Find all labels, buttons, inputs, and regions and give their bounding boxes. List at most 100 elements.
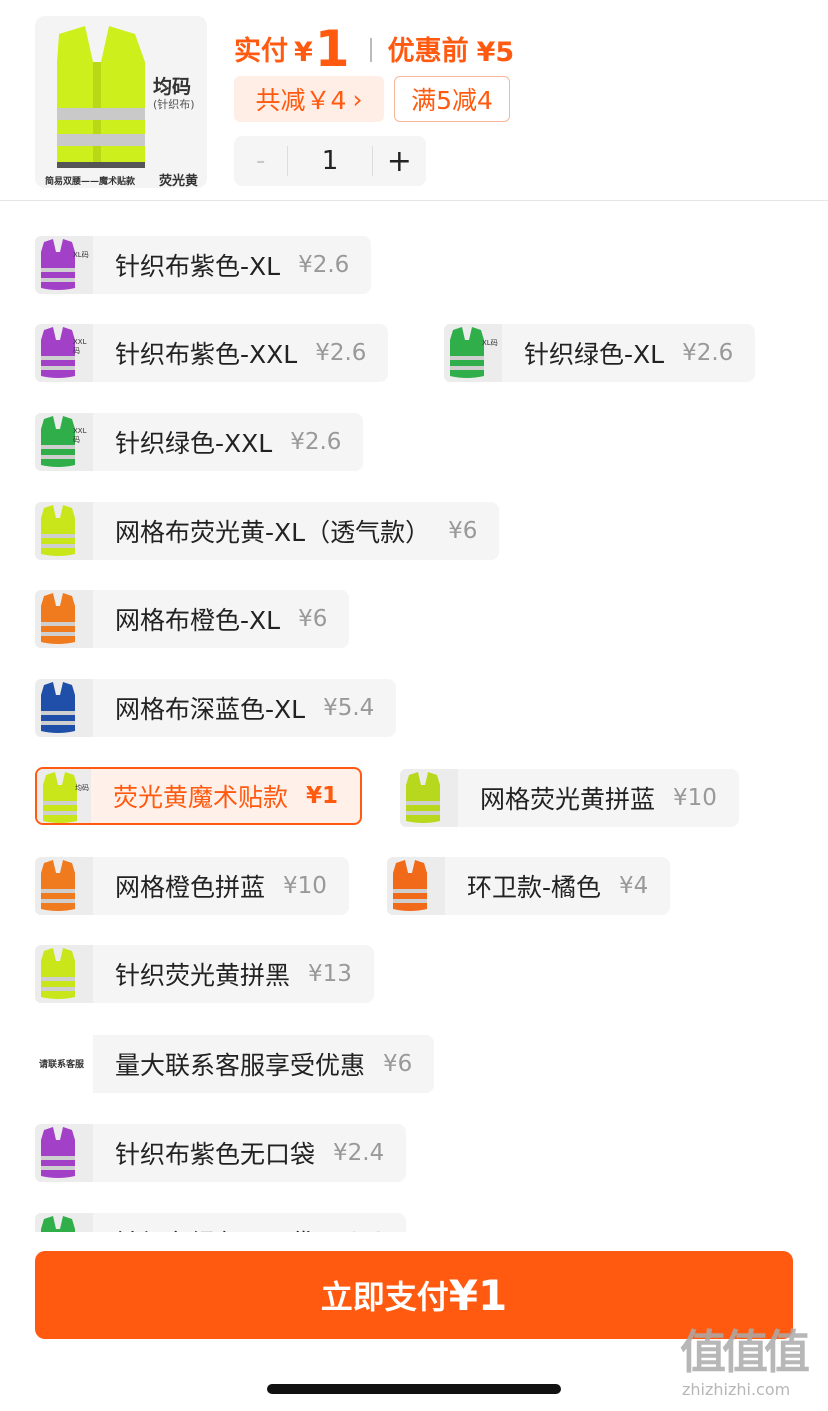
sku-option-label: 针织布紫色无口袋 [115, 1140, 316, 1169]
sku-option-image [35, 1213, 93, 1232]
sku-option[interactable]: 网格布深蓝色-XL ¥5.4 [35, 679, 397, 737]
watermark-logo: 值值值 [680, 1325, 810, 1379]
sku-option[interactable]: 网格荧光黄拼蓝 ¥10 [400, 769, 739, 827]
vest-icon [41, 239, 75, 290]
vest-icon [406, 772, 440, 823]
sku-option-image [400, 769, 458, 827]
vest-image-icon [57, 26, 145, 168]
discount-text: 共减￥4 [255, 86, 347, 115]
sku-option[interactable]: 请联系客服 量大联系客服享受优惠 ¥6 [35, 1035, 435, 1093]
sku-option-price: ¥10 [673, 785, 717, 811]
sku-option-image: XXL码 [35, 413, 93, 471]
price-divider [369, 38, 372, 62]
vest-icon [41, 416, 75, 467]
quantity-stepper: - 1 + [234, 136, 426, 186]
sku-option[interactable]: 环卫款-橘色 ¥4 [387, 857, 671, 915]
image-size-text: 均码 [153, 76, 192, 98]
original-currency: ¥ [476, 37, 496, 68]
sku-option-image-text: XL码 [73, 251, 89, 259]
sku-option-image-text: XXL码 [73, 427, 87, 444]
vest-icon [41, 1216, 75, 1232]
sku-option-label: 荧光黄魔术贴款 [113, 783, 289, 812]
sku-option-image: XL码 [35, 236, 93, 294]
vest-icon [450, 327, 484, 378]
sku-option[interactable]: 网格布荧光黄-XL（透气款） ¥6 [35, 502, 500, 560]
sku-option-image [35, 502, 93, 560]
price-row: 实付 ¥ 1 优惠前 ¥ 5 [234, 18, 514, 74]
sku-option-label: 针织绿色-XL [524, 340, 665, 369]
pay-button-amount: ¥1 [448, 1270, 508, 1320]
sku-option-price: ¥2.6 [298, 252, 350, 278]
paid-amount: 1 [314, 20, 350, 78]
sku-option[interactable]: XL码 针织绿色-XL ¥2.6 [444, 324, 756, 382]
vest-icon [41, 682, 75, 733]
vest-icon [41, 1127, 75, 1178]
sku-option-image-text: 均码 [75, 784, 89, 792]
sku-option-label: 针织绿色-XXL [115, 429, 273, 458]
sku-option-price: ¥6 [383, 1051, 413, 1077]
product-main-image[interactable]: 均码 (针织布) 简易双腰——魔术贴款 荧光黄 [35, 16, 207, 188]
quantity-value[interactable]: 1 [287, 146, 373, 176]
sku-option-image-text: 请联系客服 [39, 1060, 85, 1070]
sku-option-image [35, 857, 93, 915]
image-caption-right: 荧光黄 [159, 174, 199, 188]
sku-option-price: ¥6 [298, 606, 328, 632]
increase-button[interactable]: + [373, 144, 426, 179]
paid-label: 实付 [234, 36, 288, 67]
vest-icon [43, 772, 77, 823]
decrease-button[interactable]: - [234, 146, 287, 176]
pay-button-label: 立即支付 [320, 1278, 449, 1316]
sku-option-price: ¥4 [619, 873, 649, 899]
sku-option-price: ¥2.6 [290, 429, 342, 455]
promotion-rule-tag: 满5减4 [394, 76, 510, 122]
sku-option-label: 针织荧光黄拼黑 [115, 961, 291, 990]
vest-icon [41, 948, 75, 999]
image-size-sub: (针织布) [153, 98, 195, 111]
sku-option[interactable]: 网格布橙色-XL ¥6 [35, 590, 350, 648]
sku-option-label: 量大联系客服享受优惠 [115, 1051, 366, 1080]
sku-option[interactable]: 针织布绿色无口袋¥2.6 [35, 1213, 407, 1232]
sku-option[interactable]: 针织布紫色无口袋 ¥2.4 [35, 1124, 407, 1182]
sku-option-label: 针织布绿色无口袋 [115, 1224, 315, 1232]
sku-option-image-text: XL码 [482, 339, 498, 347]
sku-option-image [35, 945, 93, 1003]
original-price-label: 优惠前 [387, 36, 469, 67]
sku-option[interactable]: 针织荧光黄拼黑 ¥13 [35, 945, 374, 1003]
sku-option-image [387, 857, 445, 915]
sku-option-price: ¥13 [308, 961, 352, 987]
sku-option[interactable]: XL码 针织布紫色-XL ¥2.6 [35, 236, 372, 294]
sku-option-image [35, 590, 93, 648]
sku-option[interactable]: 均码 荧光黄魔术贴款 ¥1 [35, 767, 363, 825]
vest-icon [41, 505, 75, 556]
sku-option-image: XL码 [444, 324, 502, 382]
sku-option-price: ¥1 [306, 783, 339, 809]
sku-option-list[interactable]: XL码 针织布紫色-XL ¥2.6 XXL码 针织布紫色-XXL ¥2.6 XL码 针织绿色-… [0, 200, 828, 1232]
sku-option-price: ¥2.6 [315, 340, 367, 366]
sku-option-image-text: XXL码 [73, 338, 87, 355]
sku-option-price: ¥5.4 [323, 695, 375, 721]
sku-option[interactable]: XXL码 针织绿色-XXL ¥2.6 [35, 413, 364, 471]
vest-icon [41, 327, 75, 378]
paid-currency: ¥ [294, 37, 313, 68]
watermark: 值值值 zhizhizhi.com [680, 1326, 820, 1406]
sku-option-image [35, 679, 93, 737]
sku-option-image: 请联系客服 [35, 1035, 93, 1093]
sku-option-label: 网格橙色拼蓝 [115, 873, 266, 902]
sku-option[interactable]: XXL码 针织布紫色-XXL ¥2.6 [35, 324, 389, 382]
sku-header: 均码 (针织布) 简易双腰——魔术贴款 荧光黄 实付 ¥ 1 优惠前 ¥ 5 共… [0, 0, 828, 200]
sku-option-label: 环卫款-橘色 [467, 873, 602, 902]
sku-option-label: 针织布紫色-XL [115, 252, 281, 281]
vest-icon [41, 860, 75, 911]
watermark-url: zhizhizhi.com [682, 1380, 791, 1399]
sku-option-label: 网格荧光黄拼蓝 [480, 785, 656, 814]
sku-option-price: ¥2.4 [333, 1140, 385, 1166]
sku-option-label: 针织布紫色-XXL [115, 340, 298, 369]
image-caption-left: 简易双腰——魔术贴款 [45, 177, 136, 187]
sku-option-image: 均码 [37, 769, 91, 823]
discount-detail-tag[interactable]: 共减￥4 › [234, 76, 384, 122]
sku-option[interactable]: 网格橙色拼蓝 ¥10 [35, 857, 349, 915]
sku-option-label: 网格布橙色-XL [115, 606, 281, 635]
vest-icon [393, 860, 427, 911]
sku-option-image [35, 1124, 93, 1182]
vest-icon [41, 593, 75, 644]
